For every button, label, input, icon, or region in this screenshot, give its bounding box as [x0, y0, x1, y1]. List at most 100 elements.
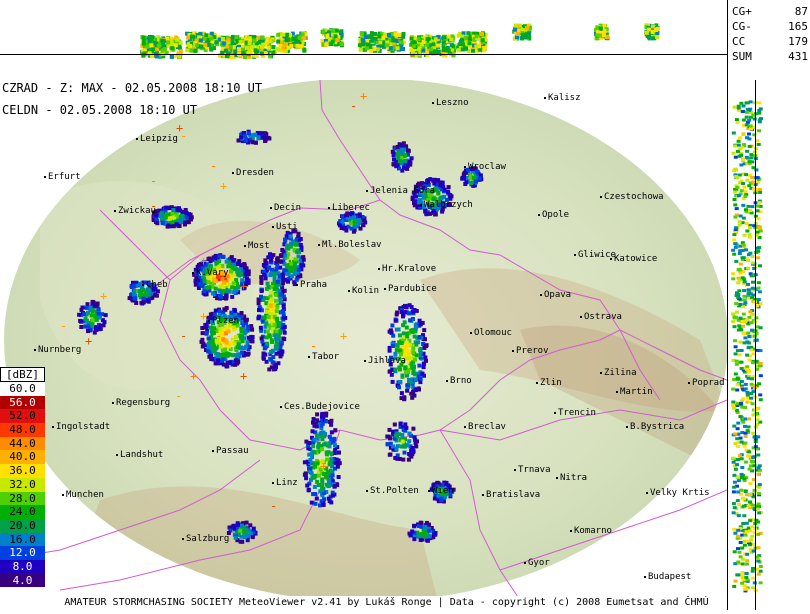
profile-echo-pixel [233, 49, 238, 54]
echo-pixel [418, 376, 423, 381]
profile-echo-pixel [732, 238, 737, 242]
echo-pixel [292, 272, 297, 277]
profile-echo-pixel [746, 504, 751, 508]
profile-echo-pixel [169, 54, 174, 59]
echo-pixel [266, 284, 271, 289]
radar-map[interactable]: - + - + - + - + - + - + - + - + - + - + - + - + CZRAD - Z: MAX … [0, 80, 727, 610]
echo-pixel [245, 340, 250, 345]
echo-pixel [304, 476, 309, 481]
profile-echo-pixel [746, 253, 751, 257]
profile-echo-pixel [734, 207, 739, 211]
profile-echo-pixel [736, 106, 741, 110]
profile-echo-pixel [743, 489, 748, 493]
profile-echo-pixel [749, 127, 753, 131]
echo-pixel [218, 344, 223, 349]
profile-echo-pixel [732, 485, 737, 489]
lightning-strike-marker: - [215, 329, 222, 343]
echo-pixel [256, 135, 261, 140]
profile-echo-pixel [740, 581, 745, 585]
echo-pixel [406, 148, 410, 153]
echo-pixel [158, 214, 163, 219]
echo-pixel [307, 440, 312, 445]
legend-swatch: 28.0 [0, 491, 45, 506]
city-label: Kalisz [548, 93, 581, 103]
profile-echo-pixel [735, 388, 740, 392]
city-label: Brno [450, 376, 472, 386]
echo-pixel [262, 272, 267, 277]
echo-pixel [412, 524, 417, 529]
profile-echo-pixel [598, 26, 603, 31]
profile-echo-pixel [388, 46, 393, 51]
profile-echo-pixel [733, 339, 737, 343]
echo-pixel [271, 355, 276, 359]
echo-pixel [323, 419, 328, 423]
echo-pixel [424, 344, 428, 349]
city-dot [536, 382, 538, 384]
profile-echo-pixel [253, 48, 258, 53]
profile-echo-pixel [757, 118, 762, 122]
profile-echo-pixel [595, 33, 600, 38]
echo-pixel [409, 156, 414, 161]
echo-pixel [337, 223, 342, 228]
echo-pixel [224, 296, 229, 301]
profile-echo-pixel [186, 35, 191, 40]
profile-echo-pixel [738, 316, 743, 320]
echo-pixel [392, 422, 397, 427]
echo-pixel [343, 225, 348, 230]
echo-pixel [278, 329, 283, 334]
echo-pixel [102, 320, 107, 325]
echo-pixel [301, 255, 306, 260]
city-dot [114, 210, 116, 212]
profile-echo-pixel [733, 442, 738, 446]
city-dot [270, 207, 272, 209]
profile-echo-pixel [747, 315, 752, 319]
echo-pixel [239, 311, 244, 315]
city-dot [616, 391, 618, 393]
city-dot [142, 284, 144, 286]
lightning-strike-marker: + [190, 369, 197, 383]
echo-pixel [248, 523, 253, 528]
echo-pixel [436, 178, 441, 183]
legend-title: [dBZ] [0, 367, 45, 382]
echo-pixel [471, 175, 476, 180]
profile-echo-pixel [740, 276, 745, 280]
legend-swatch: 60.0 [0, 382, 45, 396]
profile-echo-pixel [325, 33, 330, 38]
city-label: Zwickau [118, 206, 156, 216]
legend-swatch: 56.0 [0, 395, 45, 410]
echo-pixel [133, 296, 138, 301]
profile-echo-pixel [758, 565, 763, 568]
profile-echo-pixel [230, 54, 235, 59]
profile-echo-pixel [743, 434, 748, 438]
city-dot [646, 492, 648, 494]
lightning-strike-marker: + [85, 334, 92, 348]
profile-echo-pixel [750, 255, 755, 258]
echo-pixel [315, 461, 320, 466]
echo-pixel [216, 358, 220, 363]
echo-pixel [387, 427, 392, 432]
echo-pixel [390, 344, 395, 348]
echo-pixel [234, 335, 238, 340]
echo-pixel [235, 262, 240, 267]
profile-echo-pixel [756, 298, 761, 302]
profile-echo-pixel [166, 40, 171, 45]
profile-echo-pixel [285, 32, 290, 37]
city-dot [428, 490, 430, 492]
profile-echo-pixel [741, 118, 746, 122]
echo-pixel [327, 434, 332, 439]
echo-pixel [417, 533, 422, 538]
echo-pixel [411, 309, 416, 314]
echo-pixel [388, 328, 393, 333]
profile-echo-pixel [449, 43, 454, 48]
echo-pixel [413, 377, 418, 382]
profile-echo-pixel [738, 340, 743, 344]
profile-echo-pixel [735, 291, 739, 295]
lightning-strike-marker: + [220, 179, 227, 193]
city-dot [384, 288, 386, 290]
profile-echo-pixel [467, 36, 472, 41]
echo-pixel [469, 181, 474, 185]
echo-pixel [257, 314, 261, 319]
profile-echo-pixel [733, 352, 738, 356]
echo-pixel [242, 133, 247, 138]
profile-echo-pixel [746, 376, 751, 380]
